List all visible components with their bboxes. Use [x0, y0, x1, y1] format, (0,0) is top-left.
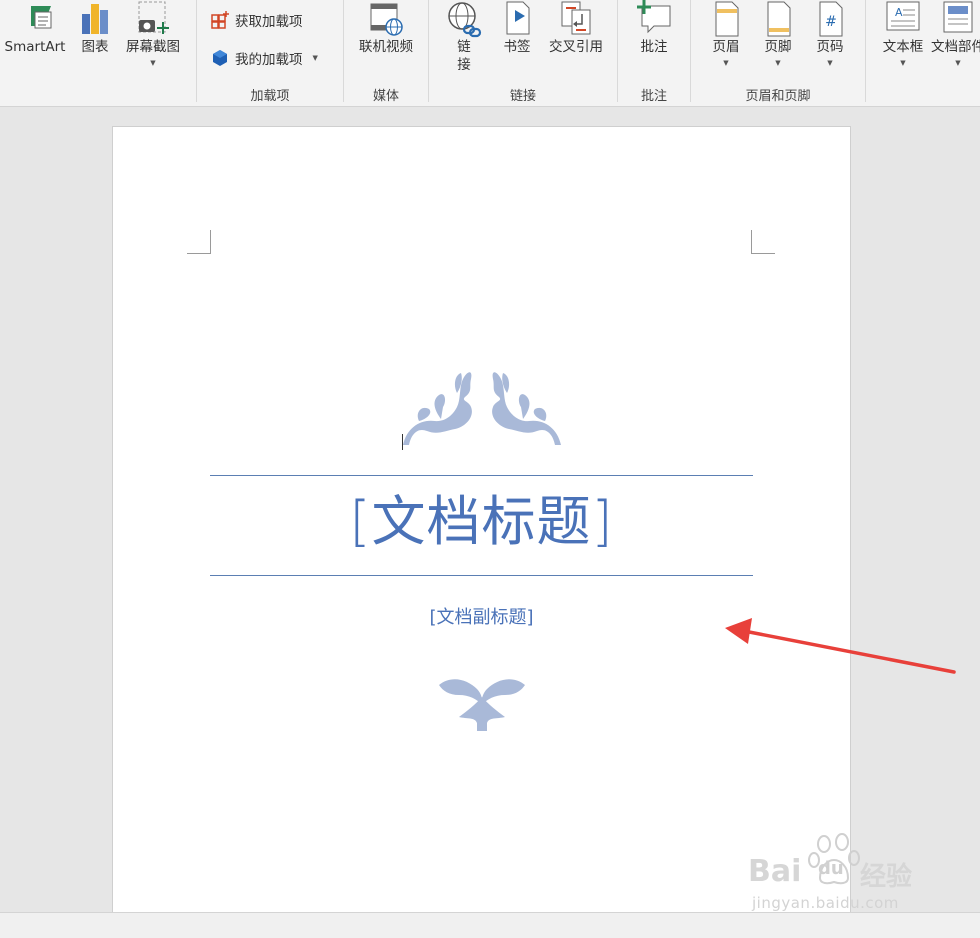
- document-parts-dropdown-icon[interactable]: ▼: [930, 58, 980, 68]
- header-button[interactable]: 页眉 ▼: [703, 0, 749, 68]
- top-flourish-ornament: [403, 372, 561, 445]
- store-icon: [211, 11, 229, 29]
- my-addins-button[interactable]: 我的加载项 ▼: [211, 48, 318, 68]
- comment-label: 批注: [640, 39, 668, 55]
- online-video-button[interactable]: 联机视频: [354, 0, 418, 56]
- bookmark-button[interactable]: 书签: [495, 0, 539, 56]
- page-number-label: 页码: [816, 39, 844, 55]
- new-comment-button[interactable]: 批注: [630, 0, 678, 56]
- links-group-label: 链接: [509, 89, 536, 104]
- document-parts-label: 文档部件: [931, 39, 980, 55]
- comments-group: 批注 批注: [618, 0, 690, 106]
- link-label-line1: 链: [457, 39, 471, 55]
- get-addins-button[interactable]: 获取加载项: [211, 10, 303, 30]
- page-number-icon: #: [812, 0, 848, 38]
- addins-group: 获取加载项 我的加载项 ▼ 加载项: [197, 0, 343, 106]
- addin-cube-icon: [211, 49, 229, 67]
- textbox-label: 文本框: [882, 39, 924, 55]
- my-addins-label: 我的加载项: [235, 52, 303, 68]
- textbox-button[interactable]: A 文本框 ▼: [878, 0, 928, 68]
- smartart-button[interactable]: SmartArt: [0, 0, 70, 56]
- header-label: 页眉: [712, 39, 740, 55]
- bookmark-icon: [499, 0, 535, 38]
- baidu-jingyan-watermark: Bai du 经验 jingyan.baidu.com: [748, 832, 948, 916]
- text-cursor: [402, 434, 403, 450]
- cross-reference-icon: [558, 0, 594, 38]
- footer-dropdown-icon[interactable]: ▼: [755, 58, 801, 68]
- link-label-line2: 接: [457, 57, 471, 73]
- crop-mark-top-right: [751, 230, 775, 254]
- illustrations-group: SmartArt 图表 屏幕截图 ▼: [0, 0, 196, 106]
- svg-text:A: A: [895, 6, 903, 19]
- globe-link-icon: [446, 0, 482, 38]
- footer-button[interactable]: 页脚 ▼: [755, 0, 801, 68]
- svg-text:#: #: [825, 14, 837, 30]
- online-video-icon: [368, 0, 404, 38]
- header-dropdown-icon[interactable]: ▼: [703, 58, 749, 68]
- chart-label: 图表: [81, 39, 109, 55]
- cross-reference-button[interactable]: 交叉引用: [541, 0, 611, 56]
- footer-icon: [760, 0, 796, 38]
- media-group-label: 媒体: [372, 89, 399, 104]
- quick-parts-icon: [940, 0, 976, 38]
- title-top-rule: [210, 475, 753, 476]
- watermark-brand: Bai: [748, 854, 802, 889]
- document-parts-button[interactable]: 文档部件 ▼: [930, 0, 980, 68]
- online-video-label: 联机视频: [359, 39, 413, 55]
- crop-mark-top-left: [187, 230, 211, 254]
- cross-reference-label: 交叉引用: [549, 39, 603, 55]
- textbox-icon: A: [885, 0, 921, 38]
- smartart-icon: [17, 0, 53, 38]
- smartart-label: SmartArt: [4, 39, 66, 55]
- my-addins-dropdown-icon[interactable]: ▼: [313, 54, 318, 62]
- watermark-brand-suffix: 经验: [860, 862, 913, 892]
- watermark-url: jingyan.baidu.com: [752, 894, 899, 912]
- screenshot-label: 屏幕截图: [126, 39, 180, 55]
- page-number-button[interactable]: # 页码 ▼: [807, 0, 853, 68]
- addins-group-label: 加载项: [250, 89, 290, 104]
- bar-chart-icon: [77, 0, 113, 38]
- link-button[interactable]: 链 接: [441, 0, 487, 74]
- title-bottom-rule: [210, 575, 753, 576]
- comments-group-label: 批注: [640, 89, 667, 104]
- links-group: 链 接 书签 交叉引用 链接: [429, 0, 617, 106]
- bookmark-label: 书签: [503, 39, 531, 55]
- screenshot-icon: [135, 0, 171, 38]
- footer-label: 页脚: [764, 39, 792, 55]
- screenshot-button[interactable]: 屏幕截图 ▼: [120, 0, 186, 68]
- screenshot-dropdown-icon[interactable]: ▼: [120, 58, 186, 68]
- page-number-dropdown-icon[interactable]: ▼: [807, 58, 853, 68]
- chart-button[interactable]: 图表: [74, 0, 116, 56]
- header-footer-group-label: 页眉和页脚: [745, 89, 811, 104]
- document-page[interactable]: [文档标题] [文档副标题]: [112, 126, 851, 916]
- document-subtitle-placeholder[interactable]: [文档副标题]: [210, 603, 753, 629]
- new-comment-icon: [636, 0, 672, 38]
- bottom-flourish-ornament: [439, 679, 525, 731]
- header-icon: [708, 0, 744, 38]
- media-group: 联机视频 媒体: [344, 0, 428, 106]
- ribbon: SmartArt 图表 屏幕截图 ▼ 获取加载项 我的加载项 ▼ 加载项 联机视…: [0, 0, 980, 107]
- get-addins-label: 获取加载项: [235, 14, 303, 30]
- text-group: A 文本框 ▼ 文档部件 ▼: [866, 0, 980, 106]
- header-footer-group: 页眉 ▼ 页脚 ▼ # 页码 ▼ 页眉和页脚: [691, 0, 865, 106]
- document-title-placeholder[interactable]: [文档标题]: [210, 487, 753, 557]
- textbox-dropdown-icon[interactable]: ▼: [878, 58, 928, 68]
